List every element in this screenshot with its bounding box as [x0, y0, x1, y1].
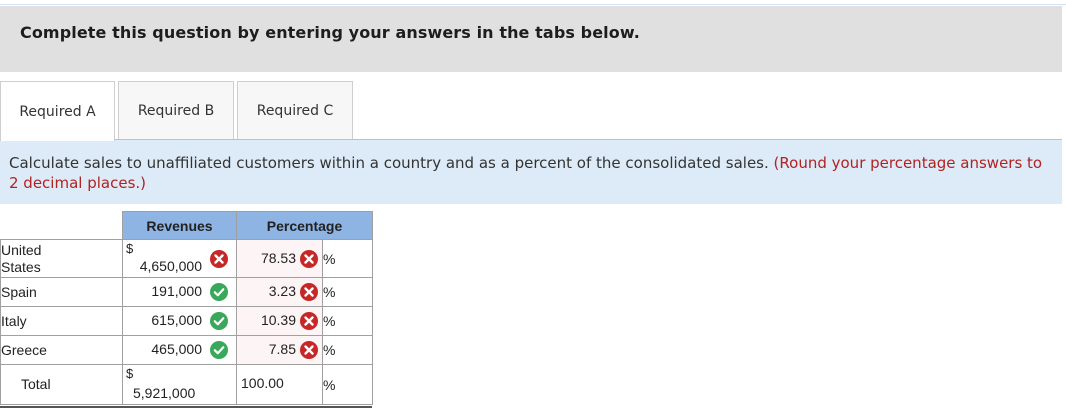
- percentage-value: 7.85: [268, 341, 296, 357]
- percent-unit: %: [322, 335, 373, 365]
- banner-text: Complete this question by entering your …: [20, 23, 640, 42]
- revenue-input[interactable]: 615,000: [122, 306, 237, 336]
- percent-unit: %: [322, 239, 373, 278]
- table-row: Greece 465,000 7.85 %: [0, 335, 373, 365]
- table-row: United States $ 4,650,000 78.53 %: [0, 239, 373, 278]
- incorrect-icon: [300, 312, 318, 330]
- correct-icon: [210, 312, 228, 330]
- percent-unit: %: [322, 277, 373, 307]
- row-label: Spain: [0, 277, 123, 307]
- table-row: Italy 615,000 10.39 %: [0, 306, 373, 336]
- total-underline: [0, 406, 372, 408]
- correct-icon: [210, 283, 228, 301]
- row-label: Italy: [0, 306, 123, 336]
- revenue-value: 465,000: [151, 341, 202, 357]
- tab-required-a[interactable]: Required A: [0, 81, 115, 141]
- revenue-value: 4,650,000: [139, 258, 202, 274]
- currency-symbol: $: [126, 366, 134, 381]
- incorrect-icon: [210, 250, 228, 268]
- total-percentage-value: 100.00: [241, 375, 284, 391]
- row-label: Greece: [0, 335, 123, 365]
- answer-table: Revenues Percentage United States $ 4,65…: [0, 211, 373, 405]
- currency-symbol: $: [126, 241, 134, 256]
- revenue-value: 191,000: [151, 283, 202, 299]
- total-percentage: 100.00: [236, 364, 323, 405]
- revenue-value: 615,000: [151, 312, 202, 328]
- header-revenues: Revenues: [122, 211, 237, 240]
- tab-required-c[interactable]: Required C: [237, 81, 353, 139]
- percentage-value: 10.39: [260, 312, 296, 328]
- instruction-text: Calculate sales to unaffiliated customer…: [9, 153, 1049, 193]
- percentage-value: 78.53: [260, 250, 296, 266]
- percentage-input[interactable]: 3.23: [236, 277, 323, 307]
- incorrect-icon: [300, 250, 318, 268]
- table-row: Spain 191,000 3.23 %: [0, 277, 373, 307]
- percent-unit: %: [322, 306, 373, 336]
- revenue-input[interactable]: 191,000: [122, 277, 237, 307]
- correct-icon: [210, 341, 228, 359]
- top-border: [0, 0, 1066, 5]
- question-banner: Complete this question by entering your …: [0, 6, 1062, 72]
- total-revenue-value: 5,921,000: [133, 385, 196, 401]
- incorrect-icon: [300, 341, 318, 359]
- total-revenue: $ 5,921,000: [122, 364, 237, 405]
- corner-cell: [0, 211, 123, 240]
- total-label: Total: [0, 364, 123, 405]
- revenue-input[interactable]: 465,000: [122, 335, 237, 365]
- instruction-panel: Calculate sales to unaffiliated customer…: [0, 140, 1062, 204]
- total-row: Total $ 5,921,000 100.00 %: [0, 364, 373, 405]
- tab-label: Required A: [19, 103, 96, 120]
- tab-label: Required C: [256, 102, 334, 119]
- tab-label: Required B: [137, 102, 215, 119]
- revenue-input[interactable]: $ 4,650,000: [122, 239, 237, 278]
- row-label: United States: [0, 239, 123, 278]
- tab-required-b[interactable]: Required B: [118, 81, 234, 139]
- header-percentage: Percentage: [236, 211, 373, 240]
- percentage-input[interactable]: 7.85: [236, 335, 323, 365]
- percent-unit: %: [322, 364, 373, 405]
- percentage-input[interactable]: 10.39: [236, 306, 323, 336]
- percentage-input[interactable]: 78.53: [236, 239, 323, 278]
- incorrect-icon: [300, 283, 318, 301]
- percentage-value: 3.23: [268, 283, 296, 299]
- instruction-main: Calculate sales to unaffiliated customer…: [9, 154, 769, 172]
